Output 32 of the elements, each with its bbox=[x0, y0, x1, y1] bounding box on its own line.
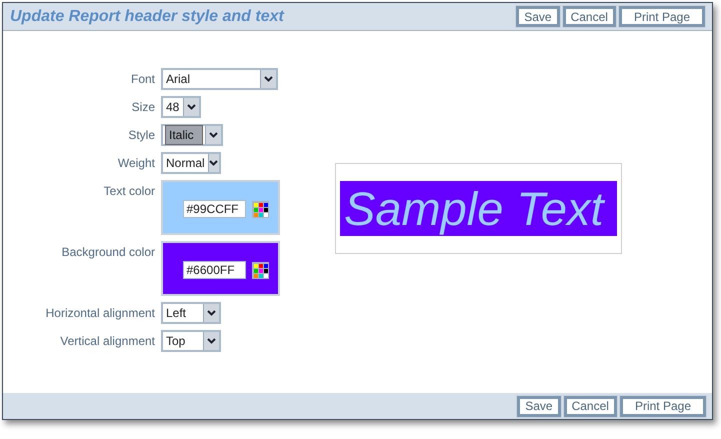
select-field[interactable]: Italic bbox=[161, 124, 223, 146]
field-label: Horizontal alignment bbox=[44, 305, 155, 322]
toolbar-button[interactable]: Save bbox=[517, 396, 561, 416]
toolbar-button[interactable]: Cancel bbox=[564, 396, 617, 416]
color-input-field[interactable]: #6600FF bbox=[182, 261, 246, 279]
select-field[interactable]: Normal bbox=[161, 152, 221, 174]
select-value: 48 bbox=[165, 99, 180, 116]
field-label: Background color bbox=[60, 244, 155, 261]
print-page-button[interactable]: Print Page bbox=[618, 6, 705, 27]
color-palette-icon[interactable] bbox=[252, 200, 268, 218]
select-value: Arial bbox=[165, 71, 192, 88]
select-field[interactable]: Left bbox=[161, 302, 221, 324]
field-label: Size bbox=[130, 99, 155, 116]
select-field[interactable]: Top bbox=[161, 330, 221, 352]
sample-text: Sample Text bbox=[340, 181, 617, 236]
field-label: Font bbox=[130, 71, 155, 88]
select-field[interactable]: Arial bbox=[161, 68, 278, 90]
select-value: Italic bbox=[165, 125, 203, 145]
select-value: Left bbox=[165, 305, 188, 322]
field-label: Vertical alignment bbox=[59, 333, 155, 350]
color-palette-icon[interactable] bbox=[252, 262, 268, 278]
toolbar-button[interactable]: Save bbox=[516, 6, 560, 27]
field-label: Style bbox=[127, 127, 155, 144]
select-field[interactable]: 48 bbox=[161, 96, 201, 118]
window-title: Update Report header style and text bbox=[10, 6, 286, 26]
field-label: Text color bbox=[102, 183, 155, 200]
print-page-button[interactable]: Print Page bbox=[620, 396, 706, 416]
select-value: Normal bbox=[165, 155, 206, 172]
toolbar-button[interactable]: Cancel bbox=[562, 6, 616, 27]
select-value: Top bbox=[165, 333, 186, 350]
color-input-field[interactable]: #99CCFF bbox=[182, 200, 246, 218]
field-label: Weight bbox=[116, 155, 155, 172]
